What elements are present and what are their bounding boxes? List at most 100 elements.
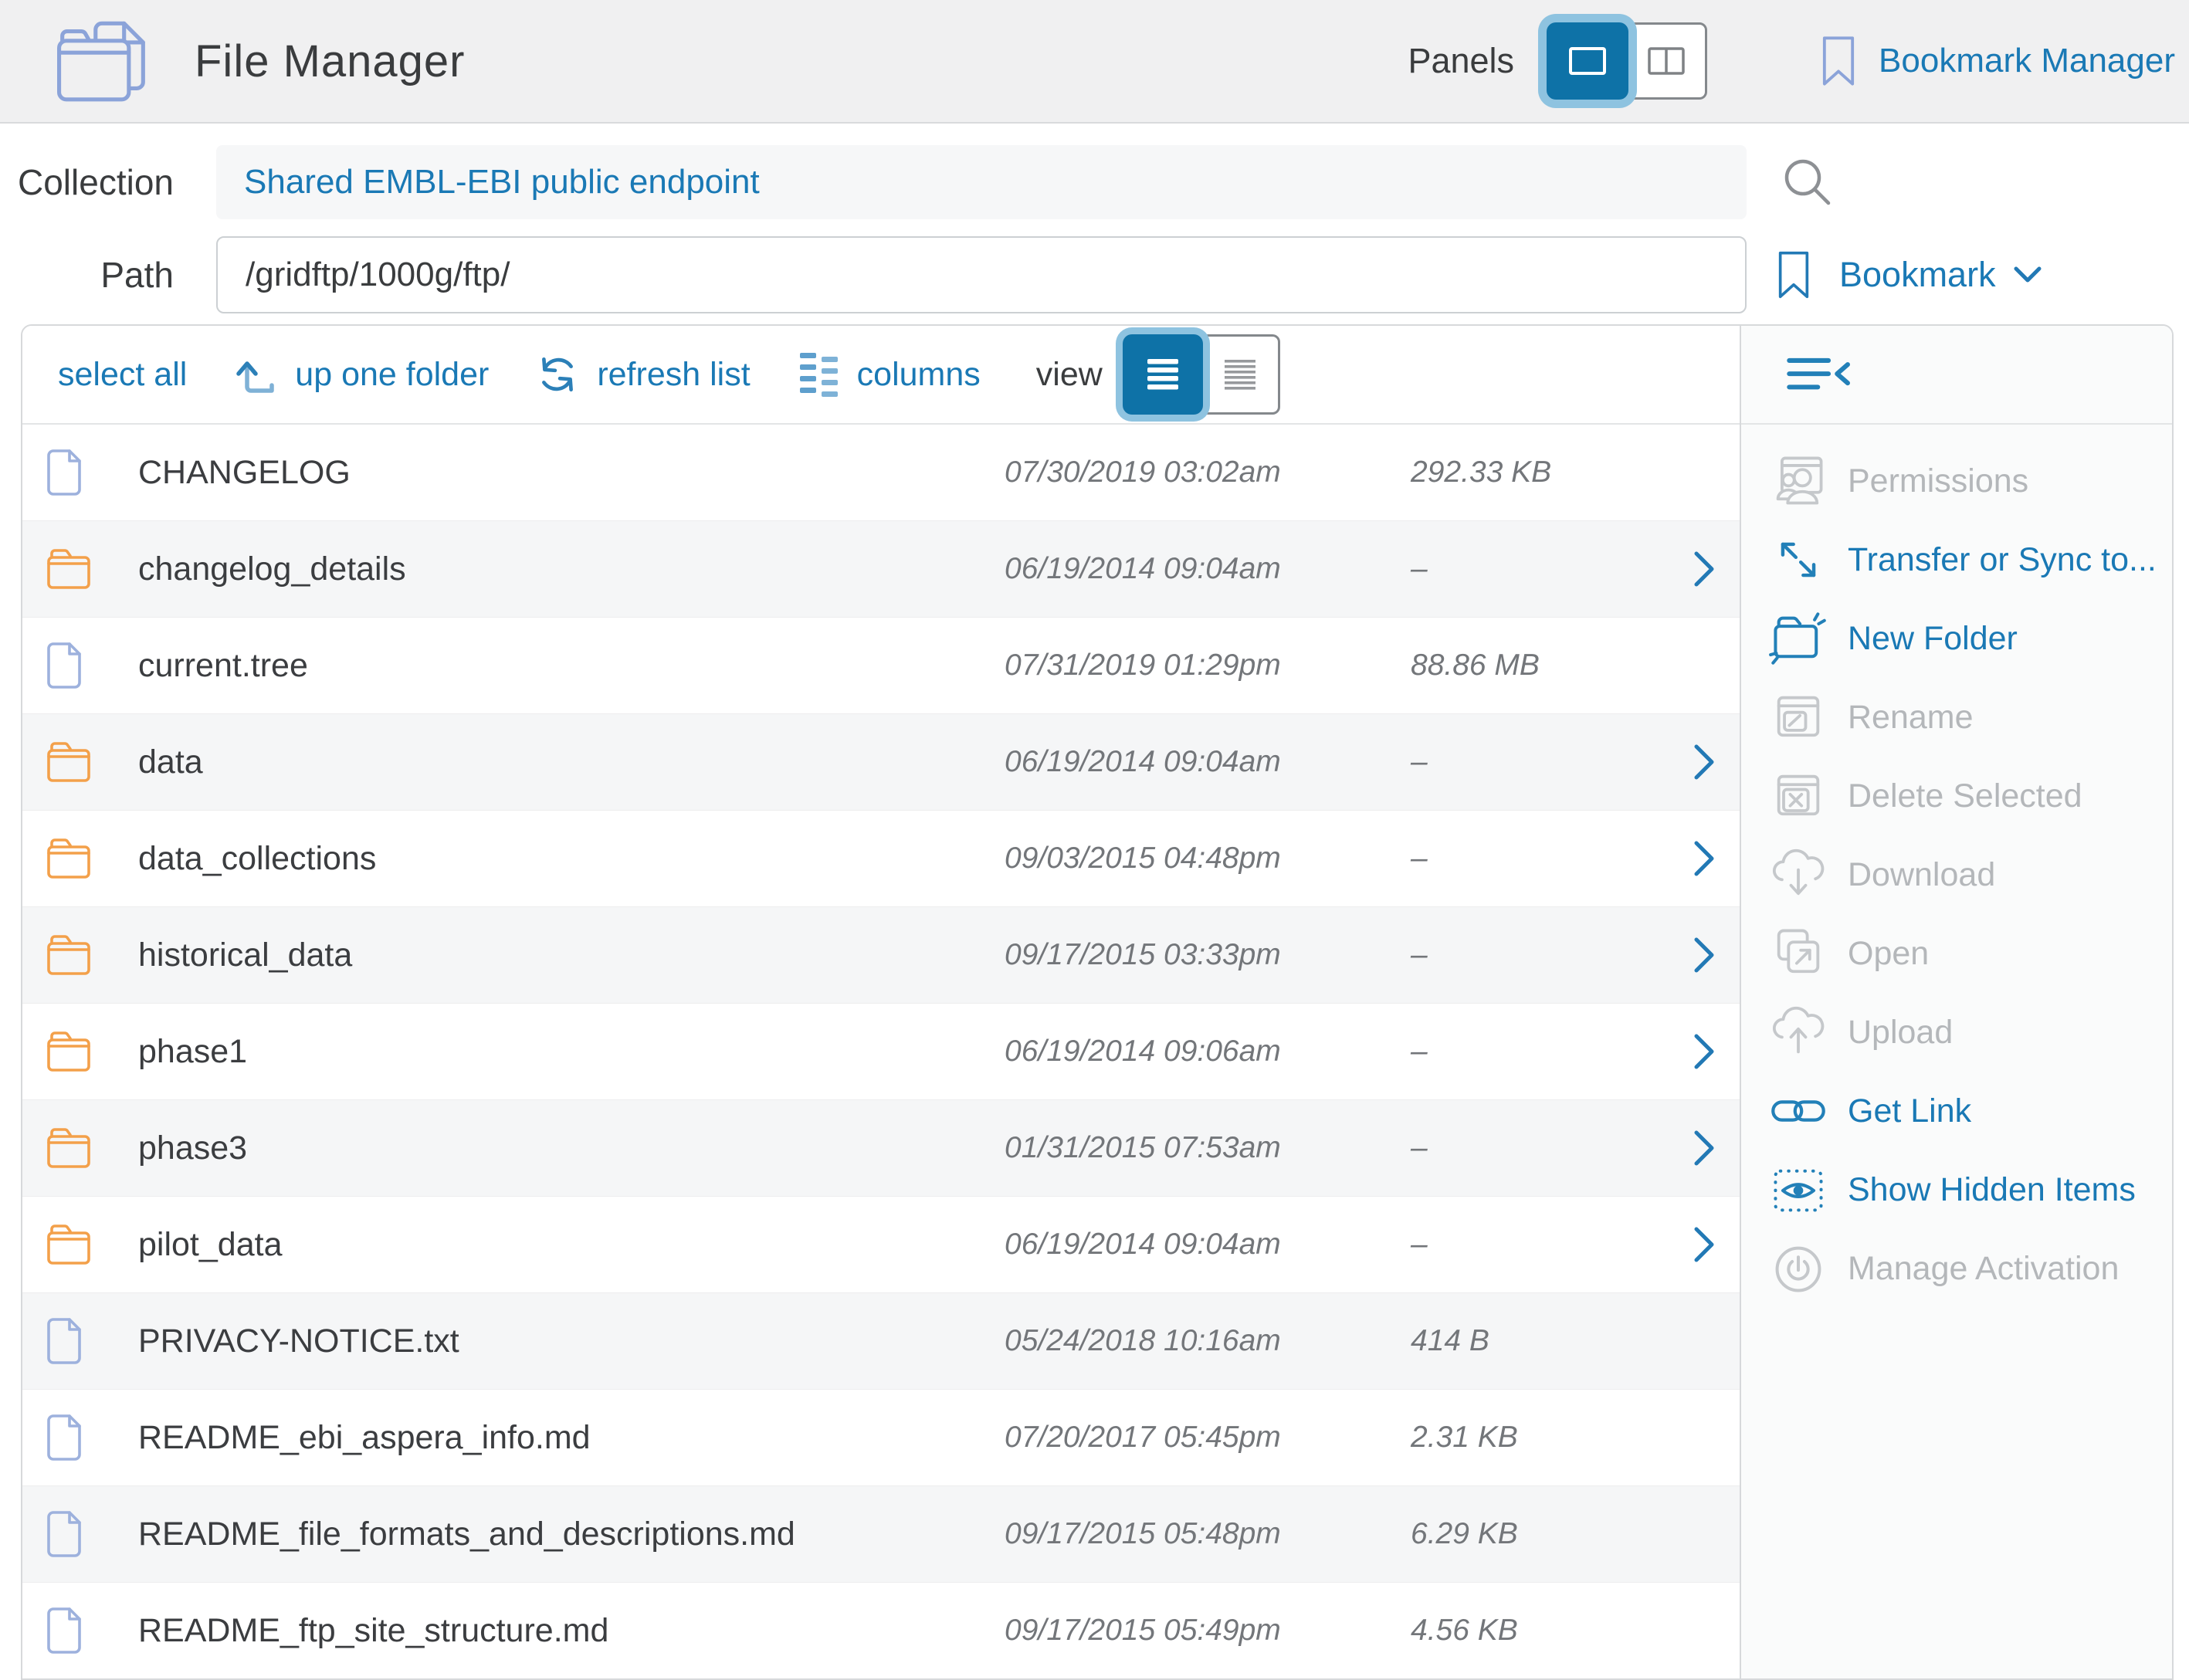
file-name: data [120,743,1005,781]
dual-panel-button[interactable] [1625,22,1707,100]
file-size: 4.56 KB [1400,1614,1669,1648]
table-row[interactable]: data_collections 09/03/2015 04:48pm – [22,811,1740,907]
list-view-icon [1147,358,1179,391]
table-row[interactable]: CHANGELOG 07/30/2019 03:02am 292.33 KB [22,425,1740,521]
sidebar-item-label: Open [1848,935,1929,973]
file-size: – [1400,938,1669,972]
sidebar-menu: Permissions Transfer or Sync to... [1741,425,2172,1308]
open-folder-chevron[interactable] [1669,840,1740,877]
open-folder-chevron[interactable] [1669,1033,1740,1070]
sidebar-item-transfer[interactable]: Transfer or Sync to... [1741,520,2172,599]
sidebar-item-label: Show Hidden Items [1848,1171,2136,1209]
sidebar-item-open: Open [1741,914,2172,993]
table-row[interactable]: changelog_details 06/19/2014 09:04am – [22,521,1740,618]
sidebar-item-label: Transfer or Sync to... [1848,541,2157,579]
columns-button[interactable]: columns [798,351,981,398]
chevron-right-icon [1693,550,1715,588]
bookmark-manager-button[interactable]: Bookmark Manager [1821,35,2175,87]
file-size: 6.29 KB [1400,1517,1669,1551]
open-folder-chevron[interactable] [1669,1323,1740,1360]
sidebar-item-show-hidden-items[interactable]: Show Hidden Items [1741,1150,2172,1229]
table-row[interactable]: README_file_formats_and_descriptions.md … [22,1486,1740,1583]
open-folder-chevron[interactable] [1669,1612,1740,1649]
collapse-sidebar-icon[interactable] [1786,355,1852,394]
rename-icon [1755,688,1842,747]
refresh-icon [535,352,580,397]
file-size: – [1400,1131,1669,1165]
file-list-pane: select all up one folder [22,326,1740,1678]
table-row[interactable]: README_ebi_aspera_info.md 07/20/2017 05:… [22,1390,1740,1486]
file-name: pilot_data [120,1226,1005,1264]
table-row[interactable]: phase1 06/19/2014 09:06am – [22,1004,1740,1100]
table-row[interactable]: phase3 01/31/2015 07:53am – [22,1100,1740,1197]
upload-icon [1755,1003,1842,1062]
collection-input[interactable] [216,145,1747,219]
sidebar-item-download: Download [1741,835,2172,914]
file-icon [46,1510,83,1558]
actions-sidebar: Permissions Transfer or Sync to... [1740,326,2172,1678]
refresh-list-button[interactable]: refresh list [535,352,750,397]
view-label: view [1036,356,1103,394]
file-list: CHANGELOG 07/30/2019 03:02am 292.33 KB c… [22,425,1740,1678]
sidebar-item-label: Upload [1848,1014,1953,1052]
list-view-button[interactable] [1123,334,1203,415]
bookmark-manager-label: Bookmark Manager [1879,42,2175,80]
manage-activation-icon [1755,1239,1842,1298]
open-folder-chevron[interactable] [1669,1516,1740,1553]
sidebar-item-label: Download [1848,856,1995,894]
folder-icon [46,1030,92,1073]
file-modified-date: 09/17/2015 03:33pm [1005,938,1400,972]
search-icon [1780,154,1835,210]
app-header: File Manager Panels [0,0,2189,124]
select-all-button[interactable]: select all [58,356,187,394]
table-row[interactable]: historical_data 09/17/2015 03:33pm – [22,907,1740,1004]
table-row[interactable]: pilot_data 06/19/2014 09:04am – [22,1197,1740,1293]
file-name: README_ftp_site_structure.md [120,1612,1005,1650]
sidebar-header [1741,326,2172,425]
download-icon [1755,845,1842,904]
file-size: – [1400,745,1669,779]
open-folder-chevron[interactable] [1669,550,1740,588]
file-modified-date: 06/19/2014 09:04am [1005,745,1400,779]
open-folder-chevron[interactable] [1669,937,1740,974]
up-one-folder-button[interactable]: up one folder [235,353,489,396]
open-folder-chevron[interactable] [1669,1130,1740,1167]
delete-selected-icon [1755,767,1842,825]
open-folder-chevron[interactable] [1669,1419,1740,1456]
new-folder-icon [1755,609,1842,668]
sidebar-item-label: Rename [1848,699,1974,737]
bookmark-button[interactable]: Bookmark [1777,249,2042,300]
open-folder-chevron[interactable] [1669,647,1740,684]
search-button[interactable] [1779,154,1836,211]
chevron-down-icon [2013,266,2042,284]
file-size: 88.86 MB [1400,649,1669,682]
sidebar-item-get-link[interactable]: Get Link [1741,1072,2172,1150]
open-folder-chevron[interactable] [1669,454,1740,491]
condensed-view-button[interactable] [1200,334,1280,415]
sidebar-item-manage-activation: Manage Activation [1741,1229,2172,1308]
folder-icon [46,1126,92,1170]
sidebar-item-label: Manage Activation [1848,1250,2119,1288]
folder-icon [46,740,92,784]
table-row[interactable]: data 06/19/2014 09:04am – [22,714,1740,811]
file-size: – [1400,552,1669,586]
single-panel-button[interactable] [1547,22,1628,100]
open-folder-chevron[interactable] [1669,743,1740,781]
folder-icon [46,837,92,880]
file-name: README_file_formats_and_descriptions.md [120,1516,1005,1553]
table-row[interactable]: current.tree 07/31/2019 01:29pm 88.86 MB [22,618,1740,714]
table-row[interactable]: PRIVACY-NOTICE.txt 05/24/2018 10:16am 41… [22,1293,1740,1390]
file-modified-date: 09/17/2015 05:49pm [1005,1614,1400,1648]
sidebar-item-new-folder[interactable]: New Folder [1741,599,2172,678]
sidebar-item-rename: Rename [1741,678,2172,757]
table-row[interactable]: README_ftp_site_structure.md 09/17/2015 … [22,1583,1740,1678]
panels-label: Panels [1408,41,1514,81]
open-folder-chevron[interactable] [1669,1226,1740,1263]
endpoint-form: Collection Path Bookmark [0,124,2189,313]
panels-toggle [1547,22,1707,100]
file-browser-panel: select all up one folder [21,324,2174,1680]
path-input[interactable] [216,236,1747,313]
up-one-folder-label: up one folder [295,356,489,394]
refresh-list-label: refresh list [597,356,750,394]
open-icon [1755,924,1842,983]
